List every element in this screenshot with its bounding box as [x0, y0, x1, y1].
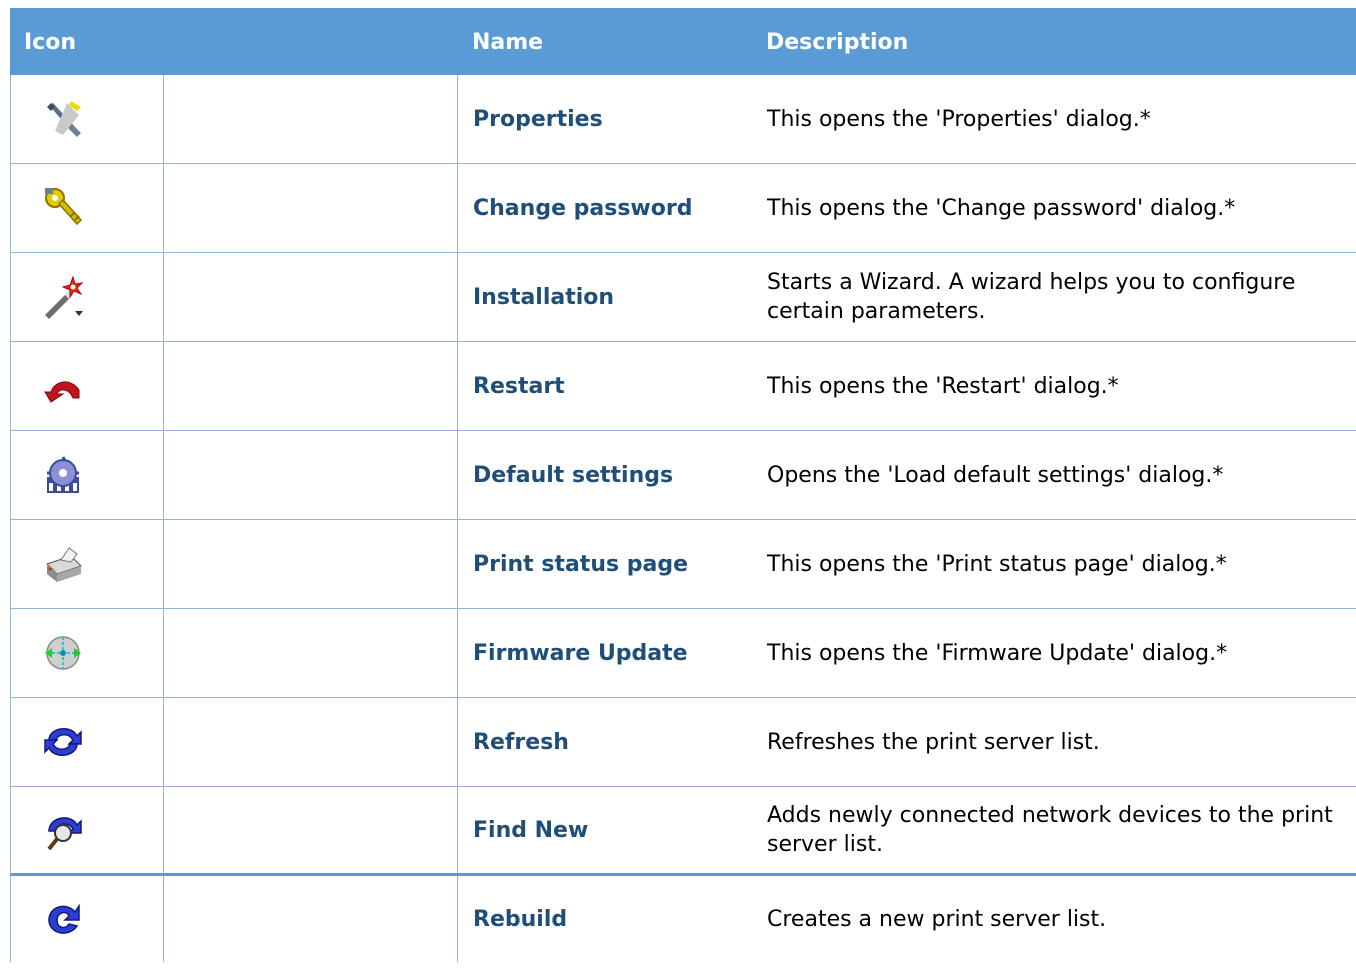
header-icon: Icon: [24, 30, 77, 55]
row-description: Starts a Wizard. A wizard helps you to c…: [767, 270, 1296, 324]
magic-wand-icon: [41, 275, 85, 319]
row-name: Firmware Update: [473, 640, 688, 666]
table-row: Default settings Opens the 'Load default…: [10, 431, 1356, 520]
find-new-icon: [41, 809, 85, 853]
row-description: This opens the 'Firmware Update' dialog.…: [767, 640, 1228, 666]
table-row: Rebuild Creates a new print server list.: [10, 876, 1356, 962]
row-description: This opens the 'Change password' dialog.…: [767, 195, 1236, 221]
row-name: Find New: [473, 817, 589, 843]
row-description: Refreshes the print server list.: [767, 729, 1100, 755]
table-row: Restart This opens the 'Restart' dialog.…: [10, 342, 1356, 431]
row-name: Print status page: [473, 551, 689, 577]
icon-reference-table: Icon Name Description Properties This op…: [10, 8, 1356, 962]
row-description: Opens the 'Load default settings' dialog…: [767, 462, 1224, 488]
header-description: Description: [766, 30, 909, 55]
row-name: Installation: [473, 284, 615, 310]
row-description: Adds newly connected network devices to …: [767, 803, 1333, 857]
row-name: Change password: [473, 195, 693, 221]
table-row: Properties This opens the 'Properties' d…: [10, 75, 1356, 164]
table-row: Installation Starts a Wizard. A wizard h…: [10, 253, 1356, 342]
row-description: This opens the 'Properties' dialog.*: [767, 106, 1151, 132]
rebuild-icon: [41, 898, 85, 942]
restart-arrow-icon: [41, 364, 85, 408]
table-row: Find New Adds newly connected network de…: [10, 787, 1356, 876]
table-row: Refresh Refreshes the print server list.: [10, 698, 1356, 787]
row-name: Properties: [473, 106, 603, 132]
default-settings-gear-icon: [41, 453, 85, 497]
row-name: Restart: [473, 373, 565, 399]
refresh-icon: [41, 720, 85, 764]
row-description: This opens the 'Restart' dialog.*: [767, 373, 1119, 399]
table-row: Firmware Update This opens the 'Firmware…: [10, 609, 1356, 698]
row-description: This opens the 'Print status page' dialo…: [767, 551, 1227, 577]
printer-icon: [41, 542, 85, 586]
properties-tools-icon: [41, 97, 85, 141]
firmware-update-icon: [41, 631, 85, 675]
row-name: Default settings: [473, 462, 674, 488]
header-name: Name: [472, 30, 544, 55]
row-name: Refresh: [473, 729, 569, 755]
key-wrench-icon: [41, 186, 85, 230]
row-name: Rebuild: [473, 906, 568, 932]
table-header: Icon Name Description: [10, 8, 1356, 75]
table-row: Change password This opens the 'Change p…: [10, 164, 1356, 253]
row-description: Creates a new print server list.: [767, 906, 1107, 932]
table-row: Print status page This opens the 'Print …: [10, 520, 1356, 609]
